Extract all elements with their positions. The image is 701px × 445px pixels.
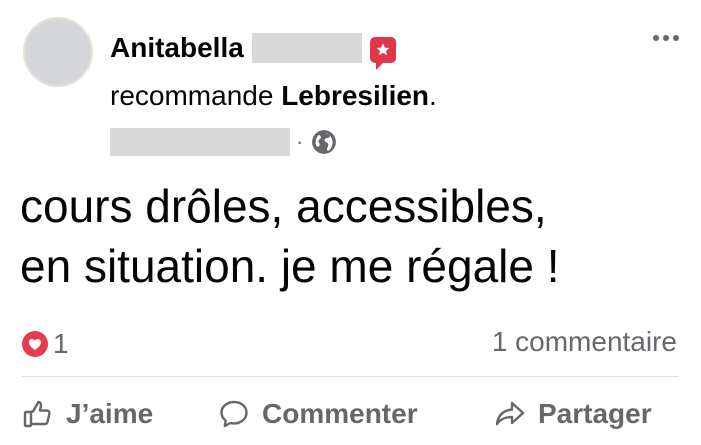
redacted-date xyxy=(110,128,290,156)
reaction-count: 1 xyxy=(53,328,69,359)
comment-icon xyxy=(220,400,248,428)
meta-separator: · xyxy=(296,129,304,154)
globe-icon[interactable] xyxy=(311,129,337,155)
like-label: J’aime xyxy=(66,398,154,429)
recommended-page-link[interactable]: Lebresilien xyxy=(281,80,429,111)
post-text-line: cours drôles, accessibles, xyxy=(20,180,547,232)
share-label: Partager xyxy=(538,398,652,429)
post-body: cours drôles, accessibles, en situation.… xyxy=(20,176,680,296)
recommend-period: . xyxy=(429,80,437,111)
post-text-line: en situation. je me régale ! xyxy=(20,240,560,292)
heart-reaction-icon xyxy=(22,331,48,357)
avatar[interactable] xyxy=(23,17,93,87)
action-bar: J’aime Commenter Partager xyxy=(0,390,701,438)
like-icon xyxy=(23,400,51,428)
divider xyxy=(22,376,679,377)
post-meta: · xyxy=(110,126,337,158)
share-icon xyxy=(495,401,525,426)
redacted-surname xyxy=(251,33,362,63)
recommendation-line: recommande Lebresilien. xyxy=(110,80,437,112)
recommend-verb: recommande xyxy=(110,80,274,111)
comments-count-link[interactable]: 1 commentaire xyxy=(492,326,677,358)
comment-label: Commenter xyxy=(262,398,418,429)
reactions-summary[interactable]: 1 xyxy=(22,327,69,361)
recommendation-badge-icon xyxy=(369,37,396,70)
post-header: Anitabella xyxy=(110,28,396,70)
share-button[interactable]: Partager xyxy=(494,390,652,438)
more-options-icon[interactable] xyxy=(648,28,684,48)
author-name[interactable]: Anitabella xyxy=(110,32,244,64)
like-button[interactable]: J’aime xyxy=(22,390,153,438)
comment-button[interactable]: Commenter xyxy=(218,390,418,438)
